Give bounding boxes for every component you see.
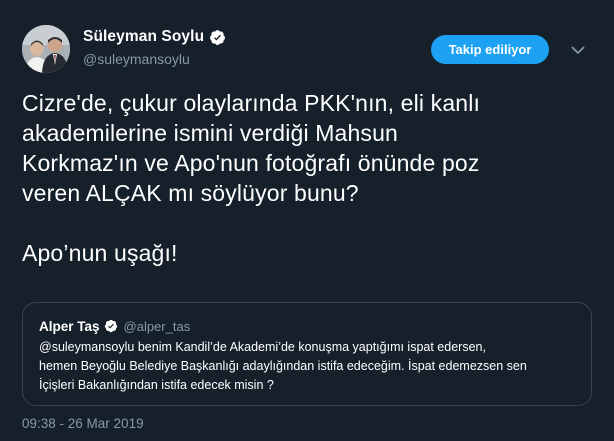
quoted-tweet-line: İçişleri Bakanlığından istifa edecek mis… — [39, 378, 274, 392]
tweet: Süleyman Soylu @suleymansoylu Takip edil… — [0, 0, 614, 441]
tweet-text: Cizre'de, çukur olaylarında PKK'nın, eli… — [22, 88, 602, 268]
username[interactable]: @suleymansoylu — [83, 51, 226, 67]
tweet-timestamp[interactable]: 09:38 - 26 Mar 2019 — [22, 416, 144, 431]
quoted-tweet-line: @suleymansoylu benim Kandil’de Akademi’d… — [39, 340, 486, 354]
display-name[interactable]: Süleyman Soylu — [83, 28, 204, 46]
chevron-down-icon — [571, 46, 585, 54]
tweet-text-line: Korkmaz'ın ve Apo'nun fotoğrafı önünde p… — [22, 150, 480, 176]
author-info: Süleyman Soylu @suleymansoylu — [83, 26, 226, 67]
quoted-tweet-header: Alper Taş @alper_tas — [39, 317, 190, 335]
quoted-username: @alper_tas — [123, 318, 191, 334]
quoted-display-name: Alper Taş — [39, 318, 100, 334]
tweet-text-line: akademilerine ismini verdiği Mahsun — [22, 120, 398, 146]
tweet-menu-button[interactable] — [568, 40, 588, 60]
quoted-tweet-text: @suleymansoylu benim Kandil’de Akademi’d… — [39, 338, 579, 395]
display-name-row: Süleyman Soylu — [83, 26, 226, 48]
verified-badge-icon — [209, 29, 226, 46]
quoted-tweet-line: hemen Beyoğlu Belediye Başkanlığı adaylı… — [39, 359, 527, 373]
tweet-text-line: veren ALÇAK mı söylüyor bunu? — [22, 180, 359, 206]
quoted-tweet[interactable]: Alper Taş @alper_tas @suleymansoylu beni… — [22, 302, 592, 406]
verified-badge-icon — [104, 319, 118, 333]
avatar[interactable] — [22, 25, 70, 73]
following-button[interactable]: Takip ediliyor — [431, 35, 549, 64]
tweet-text-line: Cizre'de, çukur olaylarında PKK'nın, eli… — [22, 90, 481, 116]
tweet-text-line: Apo’nun uşağı! — [22, 240, 178, 266]
profile-photo — [22, 25, 70, 73]
